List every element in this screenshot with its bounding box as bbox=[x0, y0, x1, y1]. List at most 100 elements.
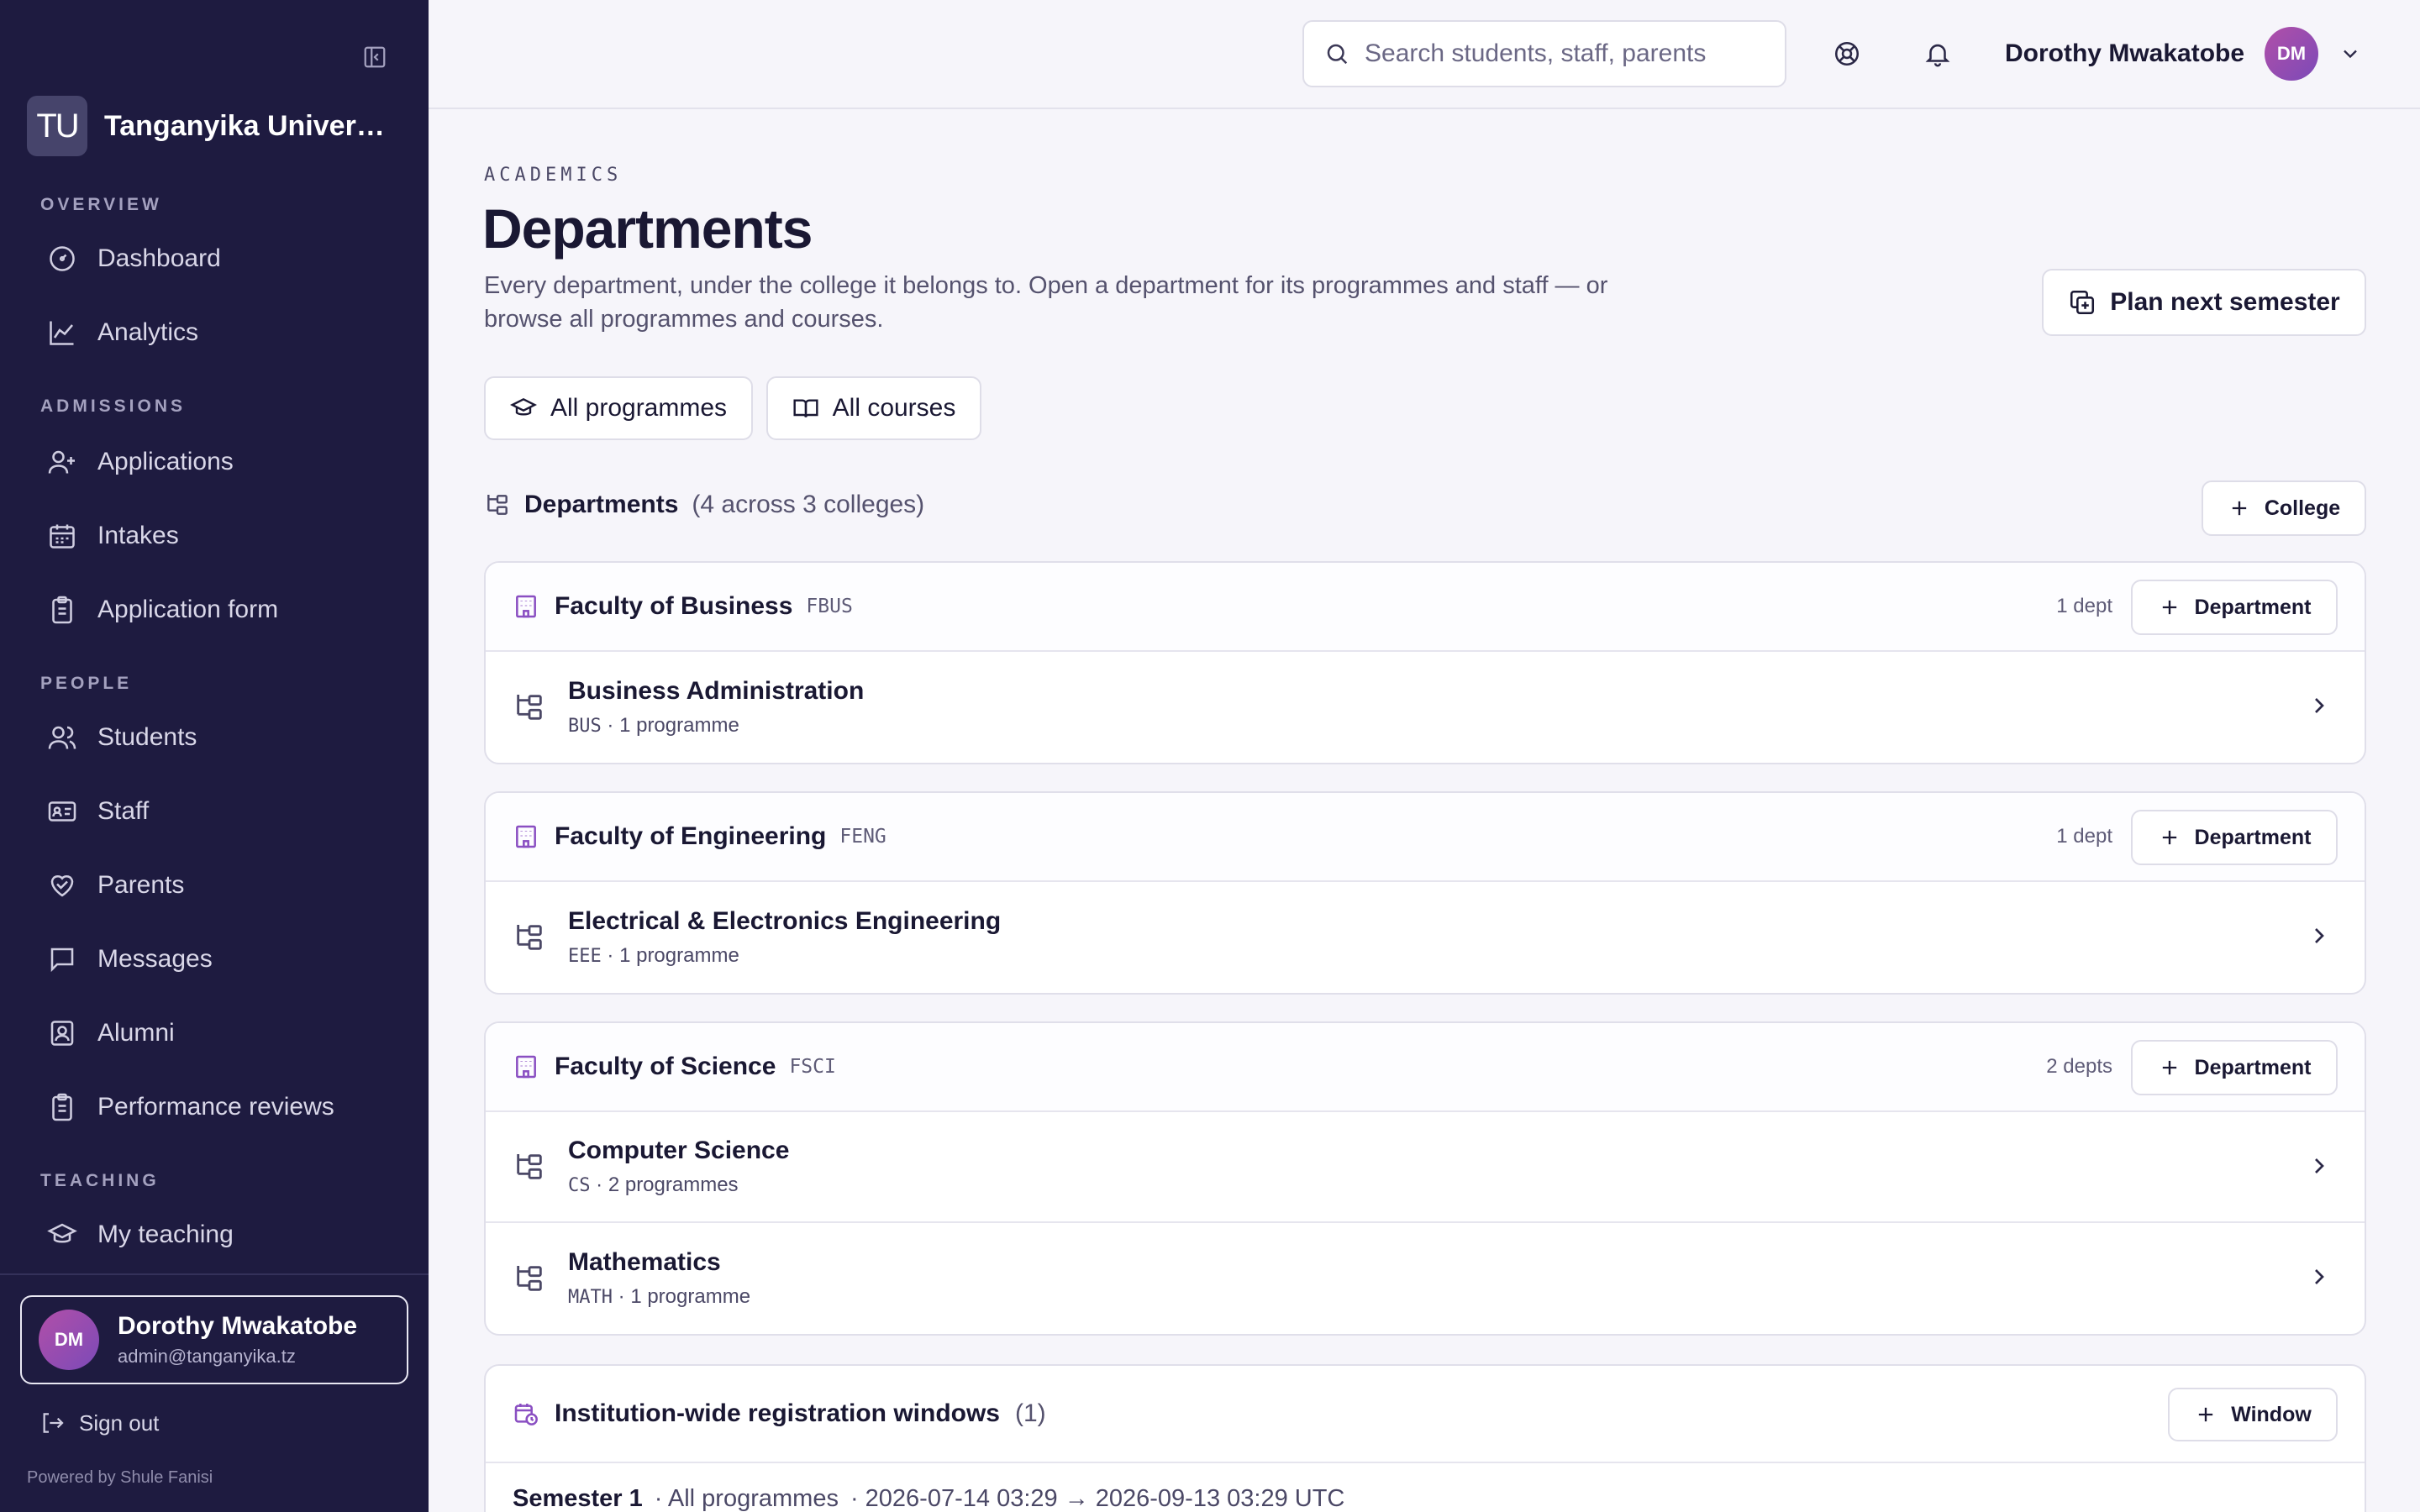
building-icon bbox=[516, 1055, 536, 1079]
sidebar-item-intakes[interactable]: Intakes bbox=[47, 516, 179, 556]
plus-icon bbox=[2162, 1060, 2176, 1075]
sidebar-item-label: Intakes bbox=[97, 522, 179, 549]
sidebar-item-dashboard[interactable]: Dashboard bbox=[47, 239, 221, 279]
department-name: Mathematics bbox=[568, 1248, 721, 1276]
user-email: admin@tanganyika.tz bbox=[118, 1346, 296, 1367]
departments-section-header: Departments (4 across 3 colleges) bbox=[484, 491, 924, 519]
department-code: MATH bbox=[568, 1287, 613, 1308]
chevron-right-icon bbox=[2315, 1158, 2324, 1173]
all-courses-button[interactable]: All courses bbox=[766, 376, 981, 440]
gauge-icon bbox=[50, 246, 75, 271]
sidebar-collapse-icon[interactable] bbox=[360, 42, 390, 72]
powered-by: Powered by Shule Fanisi bbox=[27, 1468, 213, 1487]
section-title: Departments bbox=[524, 491, 679, 518]
sidebar-item-label: Parents bbox=[97, 871, 185, 899]
calendar-clock-icon bbox=[514, 1404, 538, 1425]
sidebar-item-students[interactable]: Students bbox=[47, 717, 197, 758]
hierarchy-icon bbox=[517, 1266, 542, 1291]
nav-section-people: PEOPLE bbox=[40, 674, 133, 693]
sidebar-item-application-form[interactable]: Application form bbox=[47, 590, 278, 630]
user-name: Dorothy Mwakatobe bbox=[118, 1312, 358, 1340]
sidebar-item-alumni[interactable]: Alumni bbox=[47, 1013, 175, 1053]
college-name: Faculty of Science bbox=[555, 1053, 776, 1080]
add-window-button[interactable]: Window bbox=[2168, 1388, 2338, 1441]
sign-out-button[interactable]: Sign out bbox=[39, 1410, 159, 1436]
registration-windows-header: Institution-wide registration windows (1… bbox=[486, 1366, 2365, 1463]
window-scope: · All programmes bbox=[654, 1485, 839, 1512]
college-dept-count: 2 depts bbox=[2046, 1055, 2112, 1078]
header-user-name: Dorothy Mwakatobe bbox=[2005, 39, 2245, 67]
department-row[interactable]: Mathematics MATH · 1 programme bbox=[486, 1223, 2365, 1334]
sidebar-item-label: Analytics bbox=[97, 318, 199, 346]
users-icon bbox=[48, 726, 76, 749]
brand[interactable]: TU Tanganyika University bbox=[27, 96, 398, 156]
header-avatar: DM bbox=[2265, 27, 2319, 81]
plan-next-semester-button[interactable]: Plan next semester bbox=[2042, 269, 2366, 336]
copy-plus-icon bbox=[2070, 290, 2095, 315]
sidebar-item-performance-reviews[interactable]: Performance reviews bbox=[47, 1087, 334, 1127]
sidebar-item-messages[interactable]: Messages bbox=[47, 939, 213, 979]
graduation-cap-icon bbox=[509, 397, 537, 416]
college-header: Faculty of Engineering FENG 1 dept Depar… bbox=[486, 793, 2365, 882]
college-card-fbus: Faculty of Business FBUS 1 dept Departme… bbox=[484, 561, 2366, 764]
registration-window-row[interactable]: Semester 1 · All programmes · 2026-07-14… bbox=[486, 1463, 2365, 1512]
search-box[interactable] bbox=[1302, 20, 1786, 87]
brand-name: Tanganyika University bbox=[104, 109, 398, 142]
building-icon bbox=[516, 825, 536, 848]
college-header: Faculty of Business FBUS 1 dept Departme… bbox=[486, 563, 2365, 652]
department-programmes: 1 programme bbox=[630, 1285, 751, 1308]
sidebar-item-my-teaching[interactable]: My teaching bbox=[47, 1215, 234, 1255]
sidebar: TU Tanganyika University OVERVIEW Dashbo… bbox=[0, 0, 429, 1512]
all-programmes-button[interactable]: All programmes bbox=[484, 376, 753, 440]
sidebar-item-applications[interactable]: Applications bbox=[47, 442, 234, 482]
add-college-button[interactable]: College bbox=[2202, 480, 2366, 536]
sidebar-item-label: Staff bbox=[97, 797, 150, 825]
college-name: Faculty of Engineering bbox=[555, 822, 827, 850]
sidebar-item-label: Alumni bbox=[97, 1019, 175, 1047]
chevron-right-icon bbox=[2315, 698, 2324, 713]
search-input[interactable] bbox=[1365, 39, 1726, 68]
registration-windows-title: Institution-wide registration windows bbox=[555, 1399, 1000, 1427]
department-programmes: 1 programme bbox=[619, 944, 739, 967]
chevron-right-icon bbox=[2315, 928, 2324, 943]
sidebar-item-staff[interactable]: Staff bbox=[47, 791, 149, 832]
plus-icon bbox=[2162, 830, 2176, 845]
id-card-icon bbox=[48, 801, 76, 822]
bell-icon[interactable] bbox=[1921, 37, 1954, 71]
sidebar-item-label: Applications bbox=[97, 448, 234, 475]
clipboard-icon bbox=[52, 596, 72, 624]
department-code: CS bbox=[568, 1175, 591, 1196]
sidebar-user-card[interactable]: DM Dorothy Mwakatobe admin@tanganyika.tz bbox=[20, 1295, 408, 1384]
department-row[interactable]: Computer Science CS · 2 programmes bbox=[486, 1112, 2365, 1223]
page-eyebrow: ACADEMICS bbox=[484, 165, 623, 186]
add-department-button[interactable]: Department bbox=[2131, 1040, 2338, 1095]
department-code: EEE bbox=[568, 946, 602, 967]
add-department-button[interactable]: Department bbox=[2131, 580, 2338, 635]
college-card-feng: Faculty of Engineering FENG 1 dept Depar… bbox=[484, 791, 2366, 995]
hierarchy-icon bbox=[517, 925, 542, 950]
help-icon[interactable] bbox=[1830, 37, 1864, 71]
registration-windows-card: Institution-wide registration windows (1… bbox=[484, 1364, 2366, 1512]
sidebar-item-label: Messages bbox=[97, 945, 213, 973]
college-card-fsci: Faculty of Science FSCI 2 depts Departme… bbox=[484, 1021, 2366, 1336]
college-code: FBUS bbox=[806, 596, 853, 617]
sidebar-item-label: Application form bbox=[97, 596, 279, 623]
plus-icon bbox=[2199, 1407, 2213, 1422]
college-dept-count: 1 dept bbox=[2056, 595, 2112, 617]
user-plus-icon bbox=[48, 450, 75, 474]
department-row[interactable]: Business Administration BUS · 1 programm… bbox=[486, 652, 2365, 763]
sidebar-item-analytics[interactable]: Analytics bbox=[47, 312, 198, 353]
add-department-label: Department bbox=[2194, 825, 2312, 849]
college-header: Faculty of Science FSCI 2 depts Departme… bbox=[486, 1023, 2365, 1112]
sign-out-label: Sign out bbox=[79, 1410, 160, 1436]
sidebar-item-parents[interactable]: Parents bbox=[47, 865, 184, 906]
department-programmes: 1 programme bbox=[619, 714, 739, 737]
message-square-icon bbox=[50, 948, 74, 973]
add-department-button[interactable]: Department bbox=[2131, 810, 2338, 865]
header-user-menu[interactable]: Dorothy Mwakatobe DM bbox=[2005, 27, 2362, 81]
nav-section-teaching: TEACHING bbox=[40, 1171, 160, 1190]
department-row[interactable]: Electrical & Electronics Engineering EEE… bbox=[486, 882, 2365, 993]
book-open-icon bbox=[793, 399, 818, 417]
hierarchy-icon bbox=[487, 495, 508, 515]
sidebar-divider bbox=[0, 1273, 429, 1275]
